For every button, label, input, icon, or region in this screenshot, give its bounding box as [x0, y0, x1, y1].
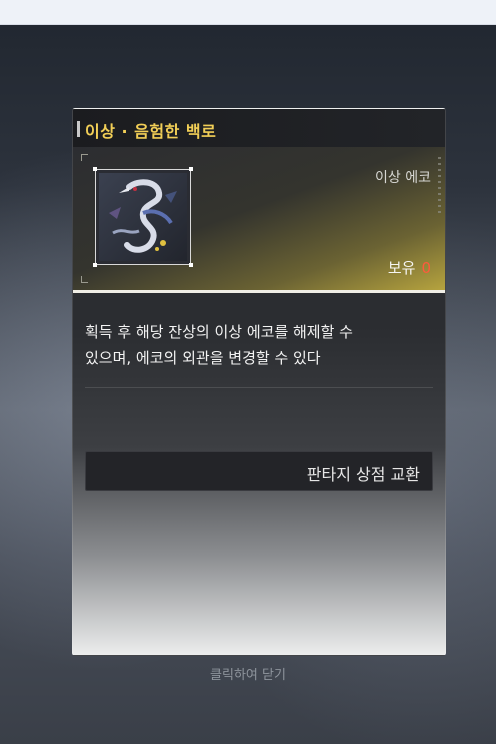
click-to-close-hint[interactable]: 클릭하여 닫기 [0, 664, 496, 683]
owned-label: 보유 [387, 259, 416, 277]
description-line: 있으며, 에코의 외관을 변경할 수 있다 [85, 349, 321, 367]
decorative-dots [438, 157, 441, 217]
fantasy-shop-exchange-button[interactable]: 판타지 상점 교환 [85, 451, 433, 491]
corner-bracket [81, 276, 88, 283]
card-title: 이상 · 음험한 백로 [85, 122, 217, 141]
item-description: 획득 후 해당 잔상의 이상 에코를 해제할 수 있으며, 에코의 외관을 변경… [85, 319, 433, 371]
owned-count-value: 0 [421, 259, 431, 277]
item-banner: 이상 에코 보유 0 [73, 147, 445, 293]
item-portrait-frame [93, 167, 193, 267]
divider [85, 387, 433, 388]
frame-corner [93, 263, 97, 267]
corner-bracket [81, 154, 88, 161]
heron-creature-icon [99, 173, 187, 261]
description-line: 획득 후 해당 잔상의 이상 에코를 해제할 수 [85, 323, 353, 341]
top-status-strip [0, 0, 496, 25]
card-title-bar: 이상 · 음험한 백로 [73, 109, 445, 147]
frame-corner [189, 263, 193, 267]
title-accent-mark [77, 121, 80, 137]
exchange-button-label: 판타지 상점 교환 [306, 465, 420, 484]
frame-corner [189, 167, 193, 171]
frame-corner [93, 167, 97, 171]
owned-count: 보유 0 [388, 257, 431, 278]
item-detail-card: 이상 · 음험한 백로 이상 에코 보유 0 획득 후 해당 잔상의 이상 에코… [72, 108, 446, 656]
item-type-label: 이상 에코 [375, 170, 431, 186]
